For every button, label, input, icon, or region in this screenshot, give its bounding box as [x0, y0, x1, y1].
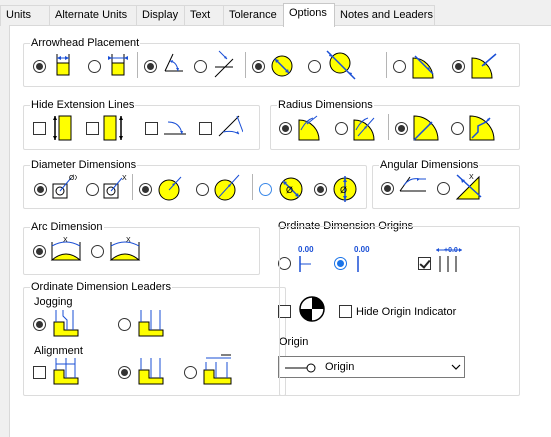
- hide-ext-line-1-checkbox[interactable]: [33, 122, 46, 135]
- angular-dimensions-group: Angular Dimensions X: [372, 159, 520, 209]
- hide-ext-line-2-checkbox[interactable]: [86, 122, 99, 135]
- tab-text[interactable]: Text: [184, 5, 224, 26]
- hide-ext-line-1-icon: [53, 115, 72, 141]
- angular-style-2-icon: X: [455, 174, 482, 200]
- arc-style-2-icon: X: [109, 237, 141, 261]
- radius-style-3-icon: [413, 115, 439, 141]
- jogging-style-2-radio[interactable]: [118, 318, 131, 331]
- arrows-inside-icon: [56, 54, 70, 76]
- diameter-style-1-icon: ØX: [52, 175, 77, 199]
- arrows-outside-icon: [108, 54, 128, 76]
- svg-text:X: X: [122, 175, 127, 182]
- tab-display[interactable]: Display: [136, 5, 185, 26]
- diameter-dimensions-group: Diameter Dimensions ØX X Ø Ø: [23, 159, 367, 209]
- arrowhead-outside-radio[interactable]: [88, 60, 101, 73]
- circle-arrow-inside-icon: [271, 55, 293, 77]
- svg-text:Ø: Ø: [286, 185, 293, 195]
- alignment-style-2-radio[interactable]: [118, 366, 131, 379]
- alignment-style-1-checkbox[interactable]: [33, 366, 46, 379]
- group-title: Radius Dimensions: [277, 99, 374, 112]
- diameter-style-2-icon: X: [103, 175, 127, 199]
- tab-options[interactable]: Options: [283, 3, 335, 27]
- group-title: Hide Extension Lines: [30, 99, 136, 112]
- diameter-style-1-radio[interactable]: [34, 183, 47, 196]
- group-title: Arrowhead Placement: [30, 37, 141, 50]
- quadrant-arrow-b-icon: [471, 53, 497, 79]
- angle-arrow-outside-icon: [214, 50, 234, 78]
- diameter-style-6-icon: Ø: [333, 176, 357, 202]
- diameter-style-2-radio[interactable]: [86, 183, 99, 196]
- hide-ext-angular-1-icon: [164, 121, 186, 135]
- diameter-style-4-radio[interactable]: [196, 183, 209, 196]
- separator: [137, 52, 138, 78]
- arc-dimension-group: Arc Dimension X X: [23, 221, 260, 275]
- radius-style-2-icon: [353, 117, 375, 141]
- angle-arrow-inside-icon: [164, 53, 183, 72]
- group-title: Ordinate Dimension Leaders: [30, 281, 173, 294]
- diameter-style-5-icon: Ø: [279, 177, 303, 201]
- radius-style-2-radio[interactable]: [335, 122, 348, 135]
- tab-units[interactable]: Units: [0, 5, 50, 26]
- svg-text:ØX: ØX: [69, 175, 77, 182]
- separator: [386, 52, 387, 78]
- radius-style-4-radio[interactable]: [451, 122, 464, 135]
- angle-arrow-outside-radio[interactable]: [194, 60, 207, 73]
- angle-arrow-inside-radio[interactable]: [144, 60, 157, 73]
- separator: [245, 52, 246, 78]
- diameter-style-3-icon: [158, 176, 182, 201]
- hide-ext-angular-2-checkbox[interactable]: [199, 122, 212, 135]
- diameter-style-4-icon: [214, 174, 240, 201]
- jogging-style-1-radio[interactable]: [33, 318, 46, 331]
- jogging-style-2-icon: [138, 310, 164, 337]
- group-title: Arc Dimension: [30, 221, 104, 234]
- svg-text:Ø: Ø: [340, 185, 347, 195]
- group-title: Diameter Dimensions: [30, 159, 138, 172]
- svg-text:X: X: [126, 237, 131, 244]
- alignment-style-2-icon: [138, 358, 164, 385]
- angular-style-1-radio[interactable]: [381, 182, 394, 195]
- alignment-style-1-icon: [53, 358, 79, 385]
- hide-ext-angular-1-checkbox[interactable]: [145, 122, 158, 135]
- angular-style-2-radio[interactable]: [437, 182, 450, 195]
- separator: [252, 174, 253, 200]
- radius-style-1-radio[interactable]: [279, 122, 292, 135]
- circle-arrow-outside-radio[interactable]: [308, 60, 321, 73]
- circle-arrow-inside-radio[interactable]: [252, 60, 265, 73]
- separator: [132, 174, 133, 200]
- quadrant-arrow-b-radio[interactable]: [452, 60, 465, 73]
- circle-arrow-outside-icon: [326, 50, 356, 80]
- tab-tolerance[interactable]: Tolerance: [223, 5, 285, 26]
- radius-style-3-radio[interactable]: [395, 122, 408, 135]
- jogging-style-1-icon: [53, 310, 79, 337]
- alignment-style-3-radio[interactable]: [184, 366, 197, 379]
- ordinate-origins-frame: [279, 226, 520, 396]
- ordinate-dimension-leaders-group: Ordinate Dimension Leaders Jogging Align…: [23, 281, 286, 396]
- tab-alternate-units[interactable]: Alternate Units: [49, 5, 137, 26]
- hide-ext-angular-2-icon: [218, 115, 243, 137]
- quadrant-arrow-a-icon: [412, 55, 434, 79]
- arc-style-1-radio[interactable]: [33, 245, 46, 258]
- hide-ext-line-2-icon: [103, 115, 123, 141]
- radius-style-4-icon: [469, 115, 495, 141]
- arc-style-1-icon: X: [50, 237, 82, 261]
- radius-style-1-icon: [298, 115, 320, 141]
- hide-extension-lines-group: Hide Extension Lines: [23, 99, 260, 150]
- radius-dimensions-group: Radius Dimensions: [270, 99, 520, 150]
- arc-style-2-radio[interactable]: [91, 245, 104, 258]
- arrowhead-inside-radio[interactable]: [33, 60, 46, 73]
- alignment-style-3-icon: [203, 354, 232, 385]
- arrowhead-placement-group: Arrowhead Placement: [23, 37, 520, 87]
- diameter-style-3-radio[interactable]: [139, 183, 152, 196]
- svg-text:X: X: [469, 174, 474, 181]
- quadrant-arrow-a-radio[interactable]: [393, 60, 406, 73]
- tab-strip: Units Alternate Units Display Text Toler…: [0, 0, 551, 27]
- separator: [388, 114, 389, 140]
- diameter-style-5-radio[interactable]: [259, 183, 272, 196]
- diameter-style-6-radio[interactable]: [314, 183, 327, 196]
- options-pane: Arrowhead Placement Hide Extension Lines…: [9, 25, 551, 437]
- tab-notes-and-leaders[interactable]: Notes and Leaders: [334, 5, 435, 26]
- angular-style-1-icon: [399, 176, 426, 192]
- svg-text:X: X: [63, 237, 68, 244]
